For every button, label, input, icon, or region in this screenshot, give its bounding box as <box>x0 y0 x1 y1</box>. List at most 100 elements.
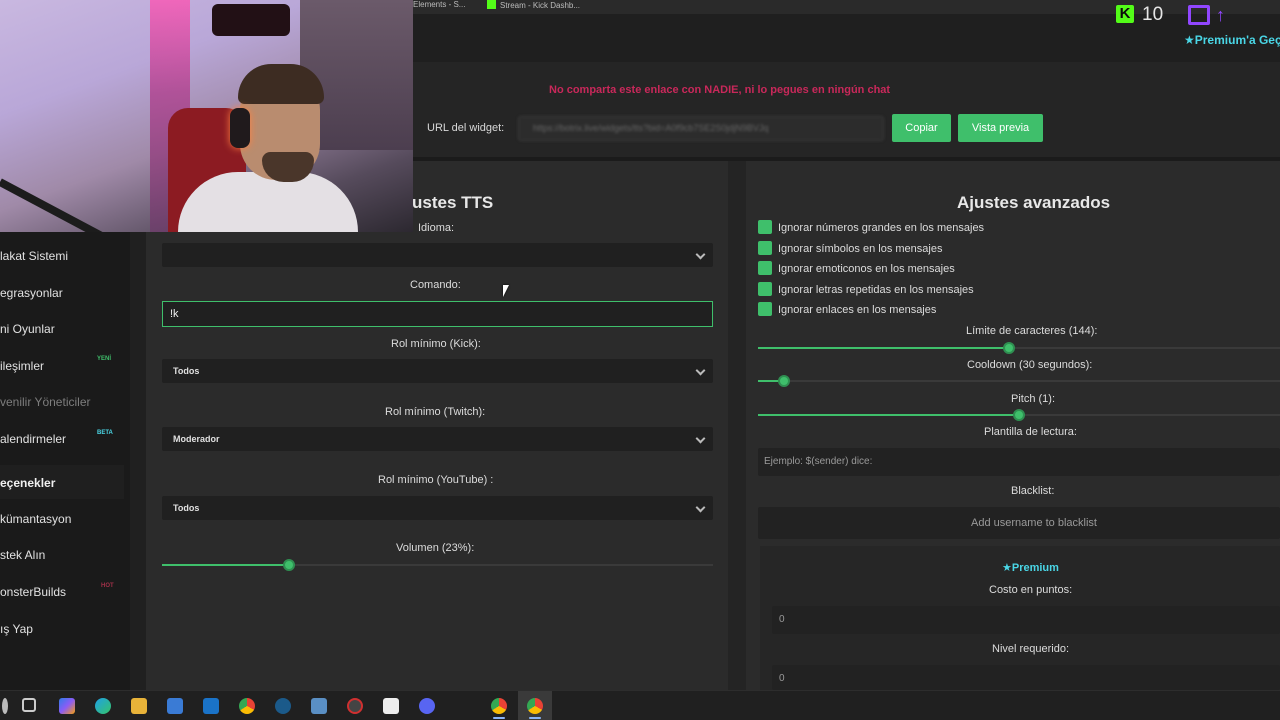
checkbox-checked[interactable] <box>758 220 772 234</box>
slider-handle[interactable] <box>1013 409 1025 421</box>
task-view-icon[interactable] <box>22 698 36 712</box>
tts-settings-panel <box>146 161 728 690</box>
role-kick-label: Rol mínimo (Kick): <box>391 338 481 350</box>
sidebar-item-0[interactable]: lakat Sistemi <box>0 249 68 263</box>
premium-upgrade-link[interactable]: ★Premium'a Geç <box>1184 33 1280 47</box>
role-twitch-select[interactable]: Moderador <box>162 427 713 451</box>
browser-tab-kick[interactable]: Stream - Kick Dashb... <box>487 0 580 10</box>
twitch-icon[interactable] <box>1188 5 1210 25</box>
checkbox-checked[interactable] <box>758 282 772 296</box>
beta-badge: BETA <box>97 430 113 436</box>
blacklist-label: Blacklist: <box>1011 485 1055 497</box>
slider-handle[interactable] <box>778 375 791 387</box>
blacklist-add-input[interactable]: Add username to blacklist <box>758 507 1280 539</box>
widget-url-field[interactable]: https://botrix.live/widgets/tts?bid=A0f9… <box>518 116 884 141</box>
cooldown-slider[interactable] <box>758 375 1280 387</box>
role-twitch-label: Rol mínimo (Twitch): <box>385 406 486 418</box>
ignore-links-checkbox[interactable]: Ignorar enlaces en los mensajes <box>758 302 936 316</box>
checkbox-checked[interactable] <box>758 261 772 275</box>
store-icon[interactable] <box>167 698 183 714</box>
char-limit-label: Límite de caracteres (144): <box>966 325 1098 337</box>
chrome-profile-icon[interactable] <box>491 698 507 714</box>
level-required-input[interactable]: 0 <box>772 665 1280 690</box>
checkbox-checked[interactable] <box>758 302 772 316</box>
panel-gap <box>728 161 746 690</box>
slider-fill <box>758 347 1009 349</box>
webcam-overlay <box>0 0 413 232</box>
widget-url-label: URL del widget: <box>427 122 505 134</box>
chevron-down-icon <box>695 365 706 376</box>
sidebar-item-8[interactable]: stek Alın <box>0 548 45 562</box>
kick-viewer-count: 10 <box>1142 4 1164 25</box>
outlook-icon[interactable] <box>203 698 219 714</box>
sidebar-item-9[interactable]: onsterBuilds <box>0 585 66 599</box>
cooldown-label: Cooldown (30 segundos): <box>967 359 1093 371</box>
headphone-icon <box>230 108 250 148</box>
role-kick-select[interactable]: Todos <box>162 359 713 383</box>
checkbox-label: Ignorar símbolos en los mensajes <box>778 243 943 255</box>
remote-desktop-icon[interactable] <box>311 698 327 714</box>
char-limit-slider[interactable] <box>758 342 1280 354</box>
running-indicator <box>493 717 505 719</box>
checkbox-label: Ignorar números grandes en los mensajes <box>778 222 985 234</box>
points-cost-input[interactable]: 0 <box>772 606 1280 634</box>
copilot-icon[interactable] <box>59 698 75 714</box>
sidebar-section-options: eçenekler <box>0 476 56 490</box>
level-required-label: Nivel requerido: <box>992 643 1070 655</box>
sidebar-item-3[interactable]: ileşimler <box>0 359 44 373</box>
running-indicator <box>529 717 541 719</box>
template-input[interactable]: Ejemplo: $(sender) dice: <box>758 448 1280 476</box>
slider-handle[interactable] <box>282 559 295 571</box>
tts-title: ustes TTS <box>412 193 494 212</box>
volume-slider[interactable] <box>162 559 713 571</box>
search-icon[interactable] <box>2 698 8 714</box>
kick-logo-icon: K <box>1116 5 1134 23</box>
slider-track <box>758 380 1280 382</box>
command-input[interactable]: !k <box>162 301 713 327</box>
browser-tab-kick-label: Stream - Kick Dashb... <box>500 1 581 10</box>
slider-fill <box>758 414 1019 416</box>
ignore-large-numbers-checkbox[interactable]: Ignorar números grandes en los mensajes <box>758 220 984 234</box>
checkbox-label: Ignorar enlaces en los mensajes <box>778 304 937 316</box>
kick-icon <box>487 0 496 9</box>
sidebar-item-7[interactable]: kümantasyon <box>0 512 71 526</box>
checkbox-checked[interactable] <box>758 241 772 255</box>
ignore-emotes-checkbox[interactable]: Ignorar emoticonos en los mensajes <box>758 261 955 275</box>
preview-button[interactable]: Vista previa <box>958 114 1043 142</box>
capcut-icon[interactable] <box>383 698 399 714</box>
webcam-mic-arm <box>0 178 117 232</box>
ignore-repeated-letters-checkbox[interactable]: Ignorar letras repetidas en los mensajes <box>758 282 974 296</box>
steam-icon[interactable] <box>275 698 291 714</box>
edge-icon[interactable] <box>95 698 111 714</box>
chrome-active-icon[interactable] <box>527 698 543 714</box>
volume-label: Volumen (23%): <box>396 542 475 554</box>
role-youtube-select[interactable]: Todos <box>162 496 713 520</box>
hot-badge: HOT <box>101 583 114 589</box>
webcam-crown-sign <box>212 4 290 36</box>
sidebar-item-1[interactable]: egrasyonlar <box>0 286 63 300</box>
arrow-up-icon[interactable]: ↑ <box>1216 5 1230 25</box>
role-youtube-value: Todos <box>173 503 200 513</box>
sidebar-item-4[interactable]: venilir Yöneticiler <box>0 395 91 409</box>
screen: Elements - S... Stream - Kick Dashb... K… <box>0 0 1280 720</box>
slider-handle[interactable] <box>1002 342 1015 354</box>
sidebar: lakat Sistemi egrasyonlar ni Oyunlar ile… <box>0 232 130 690</box>
pitch-slider[interactable] <box>758 409 1280 421</box>
file-explorer-icon[interactable] <box>131 698 147 714</box>
webcam-hair <box>238 64 324 104</box>
slider-fill <box>162 564 289 566</box>
checkbox-label: Ignorar emoticonos en los mensajes <box>778 263 955 275</box>
language-label: Idioma: <box>418 222 455 234</box>
browser-tab-elements[interactable]: Elements - S... <box>413 0 465 9</box>
sidebar-item-10[interactable]: ış Yap <box>0 622 33 636</box>
mouse-cursor-icon <box>503 285 509 297</box>
chrome-icon[interactable] <box>239 698 255 714</box>
sidebar-item-5[interactable]: alendirmeler <box>0 432 66 446</box>
chevron-down-icon <box>695 249 706 260</box>
obs-icon[interactable] <box>347 698 363 714</box>
language-select[interactable] <box>162 243 713 267</box>
sidebar-item-2[interactable]: ni Oyunlar <box>0 322 55 336</box>
copy-button[interactable]: Copiar <box>892 114 951 142</box>
discord-icon[interactable] <box>419 698 435 714</box>
ignore-symbols-checkbox[interactable]: Ignorar símbolos en los mensajes <box>758 241 942 255</box>
